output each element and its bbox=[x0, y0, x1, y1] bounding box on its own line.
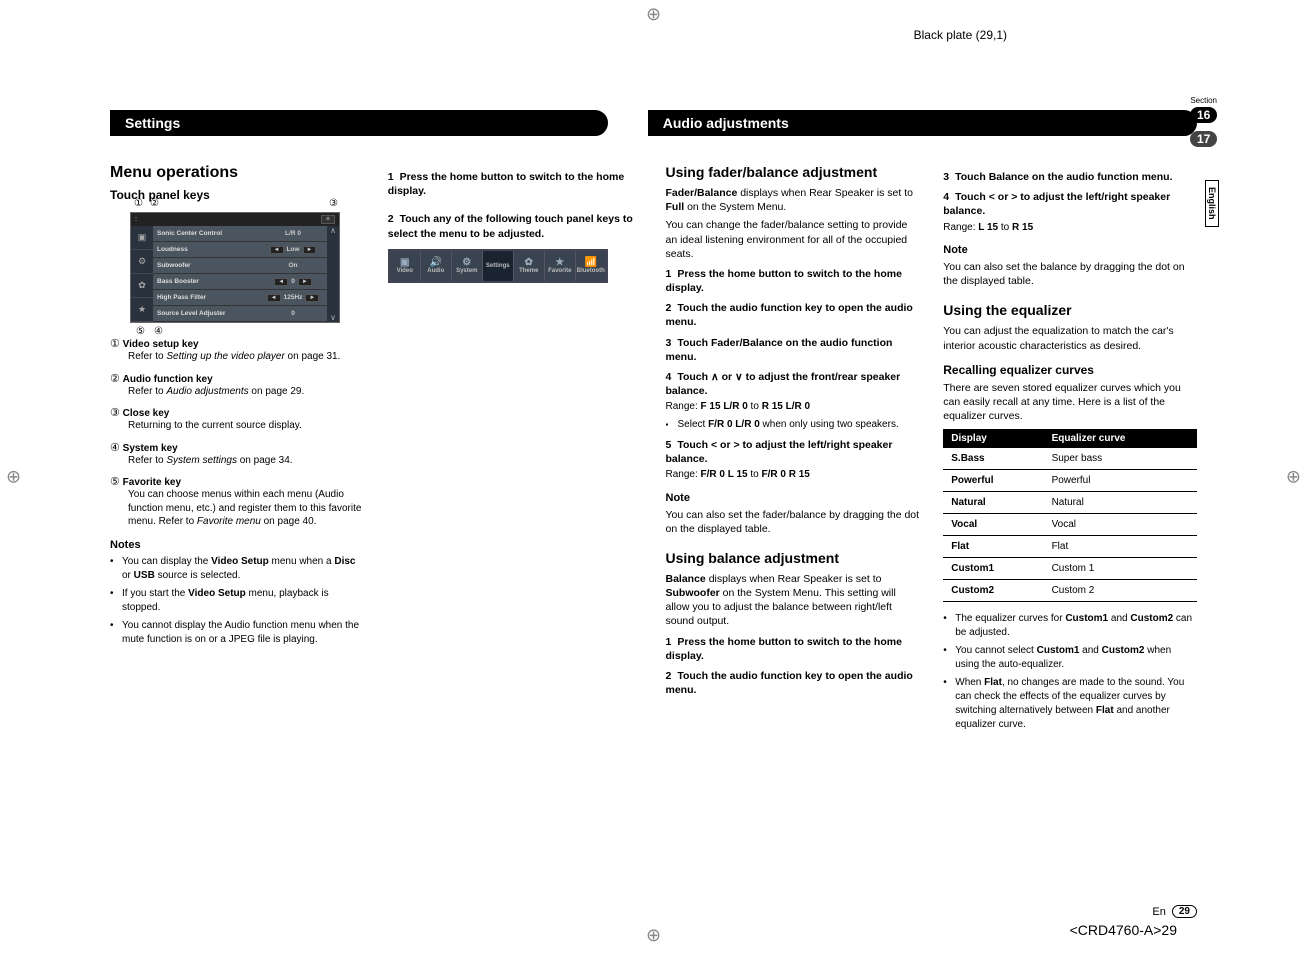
step: 3Touch Fader/Balance on the audio functi… bbox=[666, 336, 920, 364]
menu-row[interactable]: Source Level Adjuster0 bbox=[153, 306, 327, 322]
column-4: 3Touch Balance on the audio function men… bbox=[943, 164, 1197, 736]
step: 2Touch the audio function key to open th… bbox=[666, 301, 920, 329]
menu-row[interactable]: Sonic Center ControlL/R 0 bbox=[153, 226, 327, 242]
menu-row[interactable]: Loudness◄Low► bbox=[153, 242, 327, 258]
key-item: ⑤ Favorite keyYou can choose menus withi… bbox=[110, 475, 364, 529]
touch-panel-keys-heading: Touch panel keys bbox=[110, 188, 364, 202]
equalizer-heading: Using the equalizer bbox=[943, 302, 1197, 318]
menu-tab-favorite[interactable]: ★Favorite bbox=[545, 251, 576, 281]
menu-row[interactable]: SubwooferOn bbox=[153, 258, 327, 274]
favorite-icon[interactable]: ★ bbox=[131, 298, 153, 322]
key-item: ① Video setup keyRefer to Setting up the… bbox=[110, 337, 364, 364]
header-settings: Settings bbox=[110, 110, 608, 136]
plate-label: Black plate (29,1) bbox=[914, 28, 1007, 42]
step: 1Press the home button to switch to the … bbox=[666, 267, 920, 295]
notes-heading: Notes bbox=[110, 539, 364, 551]
menu-strip-screenshot: ▣Video🔊Audio⚙SystemSettings✿Theme★Favori… bbox=[388, 249, 608, 283]
step: 3Touch Balance on the audio function men… bbox=[943, 170, 1197, 184]
menu-row[interactable]: Bass Booster◄0► bbox=[153, 274, 327, 290]
column-2: 1Press the home button to switch to the … bbox=[388, 164, 642, 736]
column-1: Menu operations Touch panel keys ① ② ③ ④… bbox=[110, 164, 364, 736]
table-row: FlatFlat bbox=[943, 536, 1197, 558]
recalling-eq-heading: Recalling equalizer curves bbox=[943, 363, 1197, 377]
equalizer-table: DisplayEqualizer curve S.BassSuper bassP… bbox=[943, 429, 1197, 602]
crop-mark: ⊕ bbox=[1286, 467, 1301, 488]
video-icon[interactable]: ▣ bbox=[131, 226, 153, 250]
fader-balance-heading: Using fader/balance adjustment bbox=[666, 164, 920, 180]
menu-operations-heading: Menu operations bbox=[110, 164, 364, 182]
language-tab: English bbox=[1205, 180, 1219, 227]
column-3: Using fader/balance adjustment Fader/Bal… bbox=[666, 164, 920, 736]
menu-tab-bluetooth[interactable]: 📶Bluetooth bbox=[576, 251, 606, 281]
crop-mark: ⊕ bbox=[6, 467, 21, 488]
document-code: <CRD4760-A>29 bbox=[1070, 922, 1177, 938]
table-row: PowerfulPowerful bbox=[943, 470, 1197, 492]
table-row: NaturalNatural bbox=[943, 492, 1197, 514]
menu-tab-video[interactable]: ▣Video bbox=[390, 251, 421, 281]
page-footer: En 29 bbox=[1152, 905, 1197, 918]
step: 1Press the home button to switch to the … bbox=[666, 635, 920, 663]
key-item: ④ System keyRefer to System settings on … bbox=[110, 441, 364, 468]
crop-mark: ⊕ bbox=[646, 925, 661, 946]
settings-menu-screenshot: ① ② ③ ④ ⑤ : × ▣ ⚙ ✿ bbox=[130, 212, 340, 323]
section-badge-17: 17 bbox=[1190, 131, 1217, 147]
section-badges: Section 16 17 bbox=[1190, 96, 1217, 147]
step: 2Touch the audio function key to open th… bbox=[666, 669, 920, 697]
scroll-down-icon[interactable]: ∨ bbox=[330, 313, 336, 322]
menu-tab-system[interactable]: ⚙System bbox=[452, 251, 483, 281]
header-audio-adjustments: Audio adjustments bbox=[648, 110, 1197, 136]
table-row: VocalVocal bbox=[943, 514, 1197, 536]
notes-list: You can display the Video Setup menu whe… bbox=[110, 555, 364, 647]
balance-adjustment-heading: Using balance adjustment bbox=[666, 550, 920, 566]
system-icon[interactable]: ⚙ bbox=[131, 250, 153, 274]
menu-tab-theme[interactable]: ✿Theme bbox=[514, 251, 545, 281]
close-icon[interactable]: × bbox=[321, 215, 335, 224]
crop-mark: ⊕ bbox=[646, 4, 661, 25]
section-badge-16: 16 bbox=[1190, 107, 1217, 123]
menu-row[interactable]: High Pass Filter◄125Hz► bbox=[153, 290, 327, 306]
step: 4Touch < or > to adjust the left/right s… bbox=[943, 190, 1197, 218]
key-item: ② Audio function keyRefer to Audio adjus… bbox=[110, 372, 364, 399]
step: 4Touch ∧ or ∨ to adjust the front/rear s… bbox=[666, 370, 920, 398]
scroll-up-icon[interactable]: ∧ bbox=[330, 226, 336, 235]
menu-tab-audio[interactable]: 🔊Audio bbox=[421, 251, 452, 281]
theme-icon[interactable]: ✿ bbox=[131, 274, 153, 298]
table-row: S.BassSuper bass bbox=[943, 448, 1197, 470]
menu-tab-settings[interactable]: Settings bbox=[483, 251, 514, 281]
table-row: Custom2Custom 2 bbox=[943, 580, 1197, 602]
key-item: ③ Close keyReturning to the current sour… bbox=[110, 406, 364, 433]
table-row: Custom1Custom 1 bbox=[943, 558, 1197, 580]
